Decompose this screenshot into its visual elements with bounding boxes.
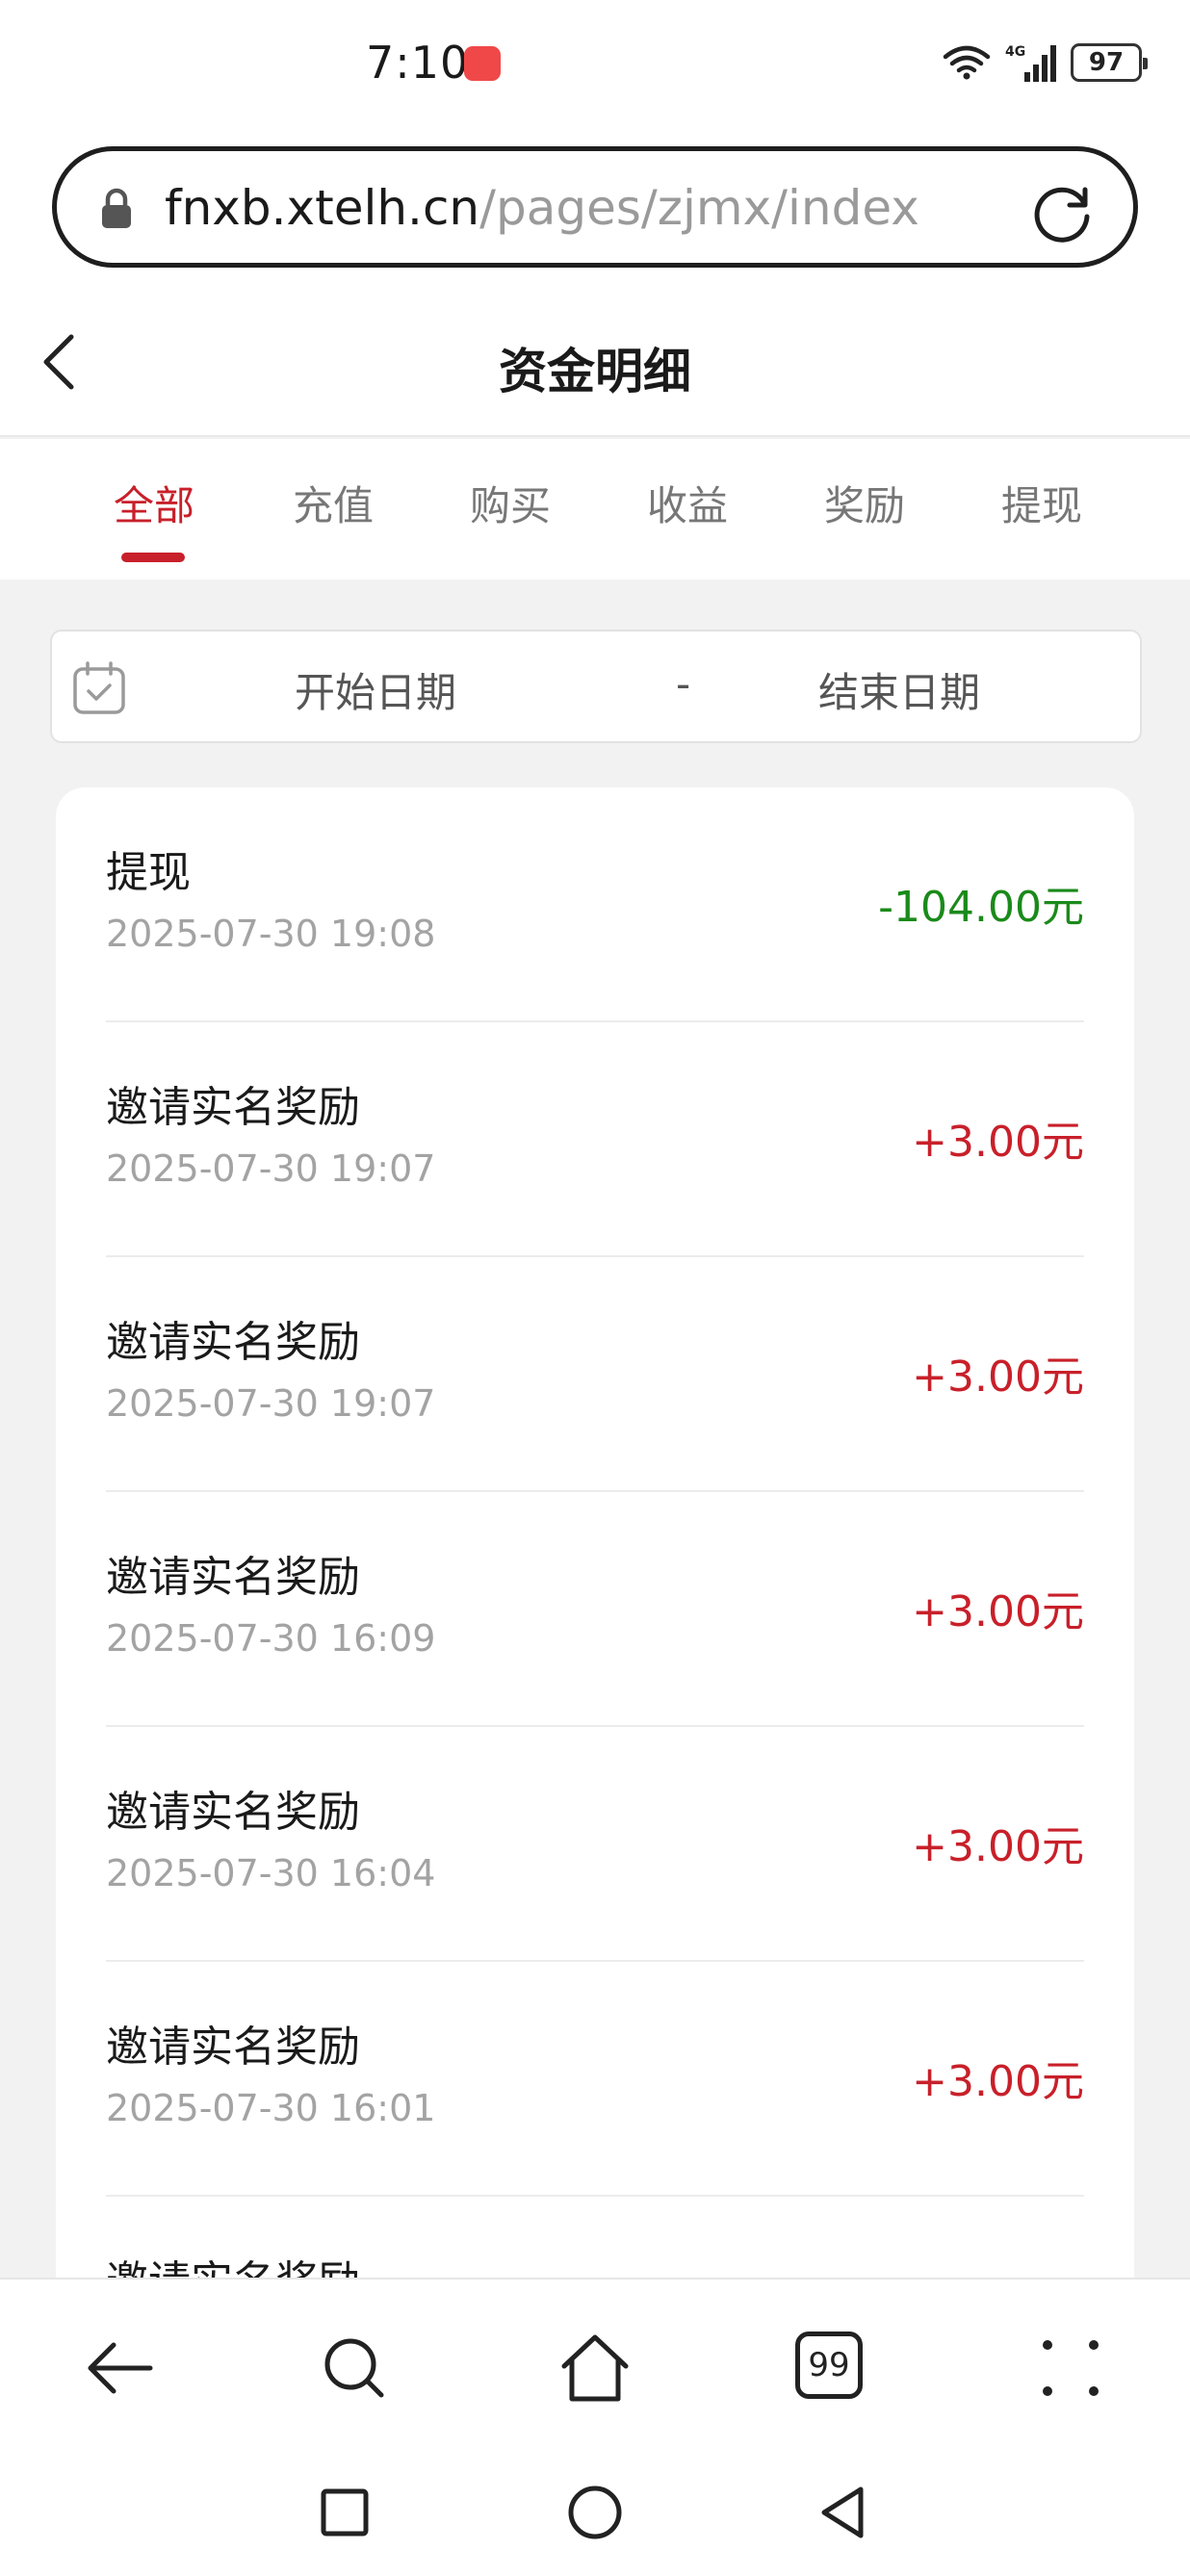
tab-recharge[interactable]: 充值 xyxy=(275,474,391,532)
record-title: 邀请实名奖励 xyxy=(106,1788,360,1837)
active-tab-indicator xyxy=(121,553,185,562)
record-time: 2025-07-30 19:07 xyxy=(106,1147,436,1190)
date-range-filter[interactable]: 开始日期 - 结束日期 xyxy=(50,630,1142,743)
signal-icon: 4G xyxy=(1005,44,1056,82)
status-bar: 7:10 4G 97 xyxy=(0,0,1190,135)
page-title: 资金明细 xyxy=(499,344,691,399)
calendar-icon xyxy=(73,661,125,714)
tab-all[interactable]: 全部 xyxy=(96,474,212,532)
tab-rewards[interactable]: 奖励 xyxy=(807,474,922,532)
url-host: fnxb.xtelh.cn xyxy=(165,180,480,236)
address-bar[interactable]: fnxb.xtelh.cn/pages/zjmx/index xyxy=(52,146,1138,268)
date-separator: - xyxy=(676,660,691,708)
battery-icon: 97 xyxy=(1071,43,1148,82)
tab-earnings[interactable]: 收益 xyxy=(630,474,745,532)
tabs-count-icon[interactable]: 99 xyxy=(795,2331,863,2399)
record-time: 2025-07-30 19:07 xyxy=(106,1382,436,1425)
browser-back-icon[interactable] xyxy=(83,2331,156,2405)
record-item[interactable]: 邀请实名奖励 2025-07-30 16:01 +3.00元 xyxy=(106,1962,1084,2197)
record-amount: +3.00元 xyxy=(912,1118,1084,1167)
system-back-icon[interactable] xyxy=(813,2482,874,2543)
record-amount: +3.00元 xyxy=(912,2057,1084,2106)
start-date-input[interactable]: 开始日期 xyxy=(295,660,456,719)
record-amount: +3.00元 xyxy=(912,1352,1084,1402)
record-title: 提现 xyxy=(106,848,191,897)
record-item[interactable]: 邀请实名奖励 2025-07-30 16:04 +3.00元 xyxy=(106,1727,1084,1962)
home-icon[interactable] xyxy=(558,2331,632,2405)
recent-apps-icon[interactable] xyxy=(314,2482,375,2543)
wifi-icon xyxy=(943,45,991,80)
record-amount: +3.00元 xyxy=(912,1587,1084,1636)
record-item[interactable]: 邀请实名奖励 2025-07-30 16:09 +3.00元 xyxy=(106,1492,1084,1727)
lock-icon xyxy=(102,188,131,228)
url-path: /pages/zjmx/index xyxy=(479,180,919,236)
url-text[interactable]: fnxb.xtelh.cn/pages/zjmx/index xyxy=(165,180,919,236)
tab-withdraw[interactable]: 提现 xyxy=(984,474,1099,532)
screen: 7:10 4G 97 fnxb.xtelh.cn/pages/zjmx/inde… xyxy=(0,0,1190,2576)
record-amount: -104.00元 xyxy=(878,883,1084,932)
record-title: 邀请实名奖励 xyxy=(106,1083,360,1132)
address-bar-area: fnxb.xtelh.cn/pages/zjmx/index xyxy=(0,135,1190,289)
record-time: 2025-07-30 19:08 xyxy=(106,913,436,955)
category-tabs: 全部 充值 购买 收益 奖励 提现 xyxy=(0,439,1190,580)
record-item[interactable]: 邀请实名奖励 2025-07-30 19:07 +3.00元 xyxy=(106,1257,1084,1492)
page-header: 资金明细 xyxy=(0,289,1190,437)
record-time: 2025-07-30 16:04 xyxy=(106,1852,436,1894)
tab-purchase[interactable]: 购买 xyxy=(453,474,568,532)
record-amount: +3.00元 xyxy=(912,1822,1084,1871)
end-date-input[interactable]: 结束日期 xyxy=(818,660,980,719)
browser-toolbar: 99 xyxy=(0,2278,1190,2453)
battery-level: 97 xyxy=(1088,48,1125,77)
app-notification-icon xyxy=(464,46,501,81)
reload-icon[interactable] xyxy=(1029,178,1095,244)
home-circle-icon[interactable] xyxy=(564,2482,626,2543)
record-title: 邀请实名奖励 xyxy=(106,1318,360,1367)
status-time: 7:10 xyxy=(366,37,470,89)
record-time: 2025-07-30 16:01 xyxy=(106,2087,436,2129)
status-icons: 4G 97 xyxy=(942,39,1148,87)
network-type-label: 4G xyxy=(1005,44,1025,60)
record-item[interactable]: 提现 2025-07-30 19:08 -104.00元 xyxy=(106,787,1084,1022)
record-title: 邀请实名奖励 xyxy=(106,1553,360,1602)
system-navigation-bar xyxy=(0,2453,1190,2576)
records-list: 提现 2025-07-30 19:08 -104.00元 邀请实名奖励 2025… xyxy=(56,787,1134,2328)
record-item[interactable]: 邀请实名奖励 2025-07-30 19:07 +3.00元 xyxy=(106,1022,1084,1257)
record-title: 邀请实名奖励 xyxy=(106,2022,360,2072)
record-time: 2025-07-30 16:09 xyxy=(106,1617,436,1660)
search-icon[interactable] xyxy=(318,2331,391,2405)
more-menu-icon[interactable] xyxy=(1034,2331,1107,2405)
